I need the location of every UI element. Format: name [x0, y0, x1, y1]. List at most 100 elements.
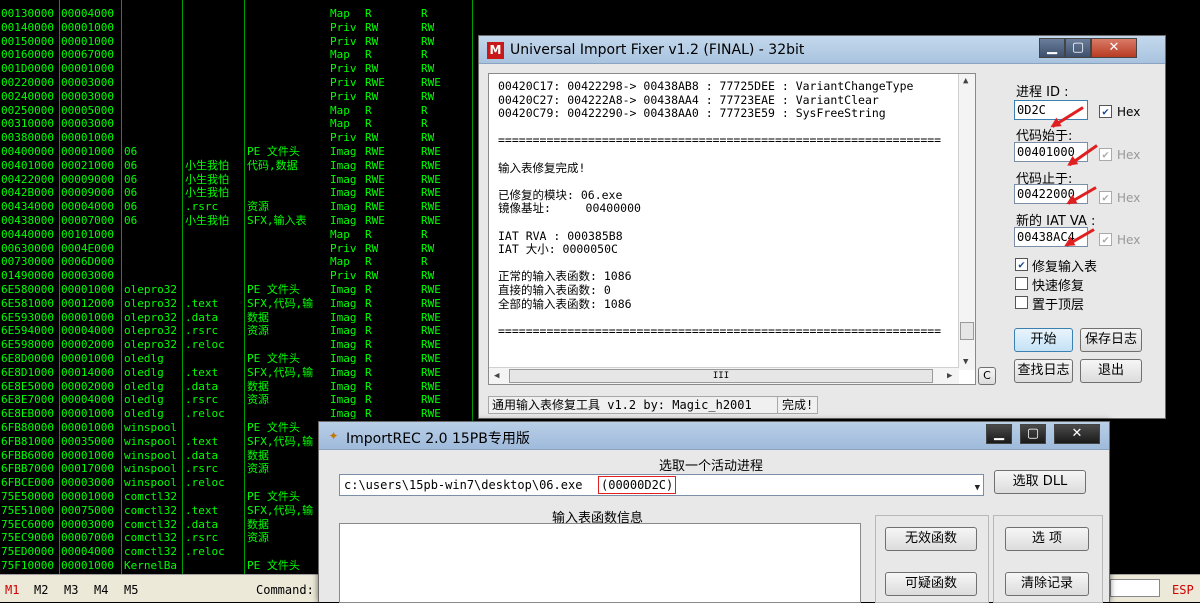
- memory-tab-m5[interactable]: M5: [124, 583, 138, 597]
- universal-import-fixer-window[interactable]: M Universal Import Fixer v1.2 (FINAL) - …: [478, 35, 1166, 419]
- invalid-functions-button[interactable]: 无效函数: [885, 527, 977, 551]
- memory-row[interactable]: 00220000 00003000 Priv RWE RWE: [0, 76, 474, 90]
- memory-row[interactable]: 00438000 00007000 06 小生我怕 SFX,输入表 Imag RWE RWE: [0, 214, 474, 228]
- command-input[interactable]: [1110, 579, 1160, 597]
- memory-row[interactable]: 0042B000 00009000 06 小生我怕 Imag RWE RWE: [0, 186, 474, 200]
- iat-tree-view[interactable]: [339, 523, 861, 603]
- clear-log-button[interactable]: 清除记录: [1005, 572, 1089, 596]
- maximize-icon: ▢: [1026, 426, 1040, 441]
- memory-row[interactable]: 00150000 00001000 Priv RW RW: [0, 35, 474, 49]
- memory-cell-access: R: [365, 324, 372, 338]
- memory-row[interactable]: 00422000 00009000 06 小生我怕 Imag RWE RWE: [0, 173, 474, 187]
- memory-cell-contains: PE 文件头: [247, 490, 300, 503]
- options-button[interactable]: 选 项: [1005, 527, 1089, 551]
- memory-row[interactable]: 00630000 0004E000 Priv RW RW: [0, 242, 474, 256]
- memory-row[interactable]: 6E593000 00001000 olepro32 .data 数据 Imag R RWE: [0, 311, 474, 325]
- irec-close-button[interactable]: ✕: [1054, 424, 1100, 444]
- uif-titlebar[interactable]: M Universal Import Fixer v1.2 (FINAL) - …: [479, 36, 1165, 64]
- fast-fix-checkbox[interactable]: [1015, 277, 1028, 290]
- pid-hex-checkbox[interactable]: ✔: [1099, 105, 1112, 118]
- memory-cell-addr: 00730000: [1, 255, 54, 269]
- log-vscroll-thumb[interactable]: [960, 322, 974, 340]
- memory-cell-owner: oledlg: [124, 407, 164, 421]
- memory-row[interactable]: 00730000 0006D000 Map R R: [0, 255, 474, 269]
- memory-tab-m4[interactable]: M4: [94, 583, 108, 597]
- memory-row[interactable]: 01490000 00003000 Priv RW RW: [0, 269, 474, 283]
- memory-cell-init: RWE: [421, 407, 441, 421]
- memory-cell-addr: 00400000: [1, 145, 54, 158]
- log-horizontal-scrollbar[interactable]: ◀ III ▶: [489, 367, 959, 384]
- memory-row[interactable]: 00434000 00004000 06 .rsrc 资源 Imag RWE RWE: [0, 200, 474, 214]
- uif-log-panel[interactable]: 00420C17: 00422298-> 00438AB8 : 77725DEE…: [488, 73, 976, 385]
- exit-button[interactable]: 退出: [1080, 359, 1142, 383]
- memory-row[interactable]: 6E581000 00012000 olepro32 .text SFX,代码,输 Ima…: [0, 297, 474, 311]
- chevron-down-icon[interactable]: ▼: [975, 478, 980, 498]
- memory-row[interactable]: 00240000 00003000 Priv RW RW: [0, 90, 474, 104]
- suspect-functions-button[interactable]: 可疑函数: [885, 572, 977, 596]
- log-vertical-scrollbar[interactable]: ▲ ▼: [958, 74, 975, 370]
- code-start-hex-checkbox[interactable]: ✔: [1099, 148, 1112, 161]
- memory-cell-addr: 6E594000: [1, 324, 54, 338]
- memory-row[interactable]: 00400000 00001000 06 PE 文件头 Imag RWE RWE: [0, 145, 474, 159]
- close-button[interactable]: ✕: [1091, 38, 1137, 58]
- memory-cell-access: RWE: [365, 200, 385, 214]
- memory-row[interactable]: 6E580000 00001000 olepro32 PE 文件头 Imag R RWE: [0, 283, 474, 297]
- memory-cell-init: RWE: [421, 145, 441, 158]
- memory-cell-type: Imag: [330, 324, 357, 338]
- memory-tab-m2[interactable]: M2: [34, 583, 48, 597]
- memory-row[interactable]: 00440000 00101000 Map R R: [0, 228, 474, 242]
- scroll-up-icon[interactable]: ▲: [963, 76, 968, 86]
- log-hscroll-thumb[interactable]: III: [509, 369, 933, 383]
- memory-row[interactable]: 6E8EB000 00001000 oledlg .reloc Imag R RWE: [0, 407, 474, 421]
- memory-cell-section: 小生我怕: [185, 214, 229, 227]
- memory-tab-m1[interactable]: M1: [5, 583, 19, 597]
- memory-cell-init: RW: [421, 269, 435, 283]
- scroll-right-icon[interactable]: ▶: [947, 371, 952, 381]
- process-combobox[interactable]: c:\users\15pb-win7\desktop\06.exe (00000…: [339, 474, 984, 496]
- memory-row[interactable]: 00380000 00001000 Priv RW RW: [0, 131, 474, 145]
- memory-cell-type: Priv: [330, 269, 357, 283]
- memory-cell-access: R: [365, 103, 372, 117]
- memory-cell-addr: 6E8D0000: [1, 352, 54, 365]
- memory-row[interactable]: 6E8E5000 00002000 oledlg .data 数据 Imag R RWE: [0, 380, 474, 394]
- memory-row[interactable]: 6E598000 00002000 olepro32 .reloc Imag R RWE: [0, 338, 474, 352]
- irec-titlebar[interactable]: ✦ ImportREC 2.0 15PB专用版 ▁ ▢ ✕: [319, 422, 1109, 450]
- memory-row[interactable]: 00310000 00003000 Map R R: [0, 117, 474, 131]
- start-button[interactable]: 开始: [1014, 328, 1073, 352]
- code-start-hex-label: Hex: [1117, 148, 1141, 162]
- memory-tab-m3[interactable]: M3: [64, 583, 78, 597]
- memory-cell-size: 00003000: [61, 117, 114, 131]
- memory-cell-owner: KernelBa: [124, 559, 177, 572]
- scroll-down-icon[interactable]: ▼: [963, 357, 968, 367]
- c-button[interactable]: C: [978, 367, 996, 385]
- maximize-button[interactable]: ▢: [1065, 38, 1091, 58]
- memory-row[interactable]: 001D0000 00001000 Priv RW RW: [0, 62, 474, 76]
- memory-cell-owner: comctl32: [124, 490, 177, 503]
- memory-row[interactable]: 6E8D0000 00001000 oledlg PE 文件头 Imag R RWE: [0, 352, 474, 366]
- scroll-left-icon[interactable]: ◀: [494, 371, 499, 381]
- memory-cell-section: .reloc: [185, 338, 225, 352]
- find-log-button[interactable]: 查找日志: [1014, 359, 1073, 383]
- new-iat-hex-checkbox[interactable]: ✔: [1099, 233, 1112, 246]
- memory-row[interactable]: 00130000 00004000 Map R R: [0, 7, 474, 21]
- memory-cell-section: .reloc: [185, 545, 225, 559]
- fix-iat-checkbox[interactable]: ✔: [1015, 258, 1028, 271]
- select-dll-button[interactable]: 选取 DLL: [994, 470, 1086, 494]
- code-end-input[interactable]: 00422000: [1014, 184, 1088, 204]
- memory-row[interactable]: 6E8E7000 00004000 oledlg .rsrc 资源 Imag R RWE: [0, 393, 474, 407]
- memory-row[interactable]: 00140000 00001000 Priv RW RW: [0, 21, 474, 35]
- topmost-checkbox[interactable]: [1015, 296, 1028, 309]
- irec-maximize-button[interactable]: ▢: [1020, 424, 1046, 444]
- importrec-window[interactable]: ✦ ImportREC 2.0 15PB专用版 ▁ ▢ ✕ 选取一个活动进程 c…: [318, 421, 1110, 603]
- irec-minimize-button[interactable]: ▁: [986, 424, 1012, 444]
- memory-row[interactable]: 6E8D1000 00014000 oledlg .text SFX,代码,输 Imag R…: [0, 366, 474, 380]
- minimize-button[interactable]: ▁: [1039, 38, 1065, 58]
- memory-cell-size: 00012000: [61, 296, 114, 310]
- memory-row[interactable]: 6E594000 00004000 olepro32 .rsrc 资源 Imag R RWE: [0, 324, 474, 338]
- memory-row[interactable]: 00250000 00005000 Map R R: [0, 104, 474, 118]
- memory-row[interactable]: 00160000 00067000 Map R R: [0, 48, 474, 62]
- memory-row[interactable]: 00401000 00021000 06 小生我怕 代码,数据 Imag RWE RWE: [0, 159, 474, 173]
- memory-cell-section: .rsrc: [185, 531, 219, 545]
- save-log-button[interactable]: 保存日志: [1080, 328, 1142, 352]
- code-end-hex-checkbox[interactable]: ✔: [1099, 191, 1112, 204]
